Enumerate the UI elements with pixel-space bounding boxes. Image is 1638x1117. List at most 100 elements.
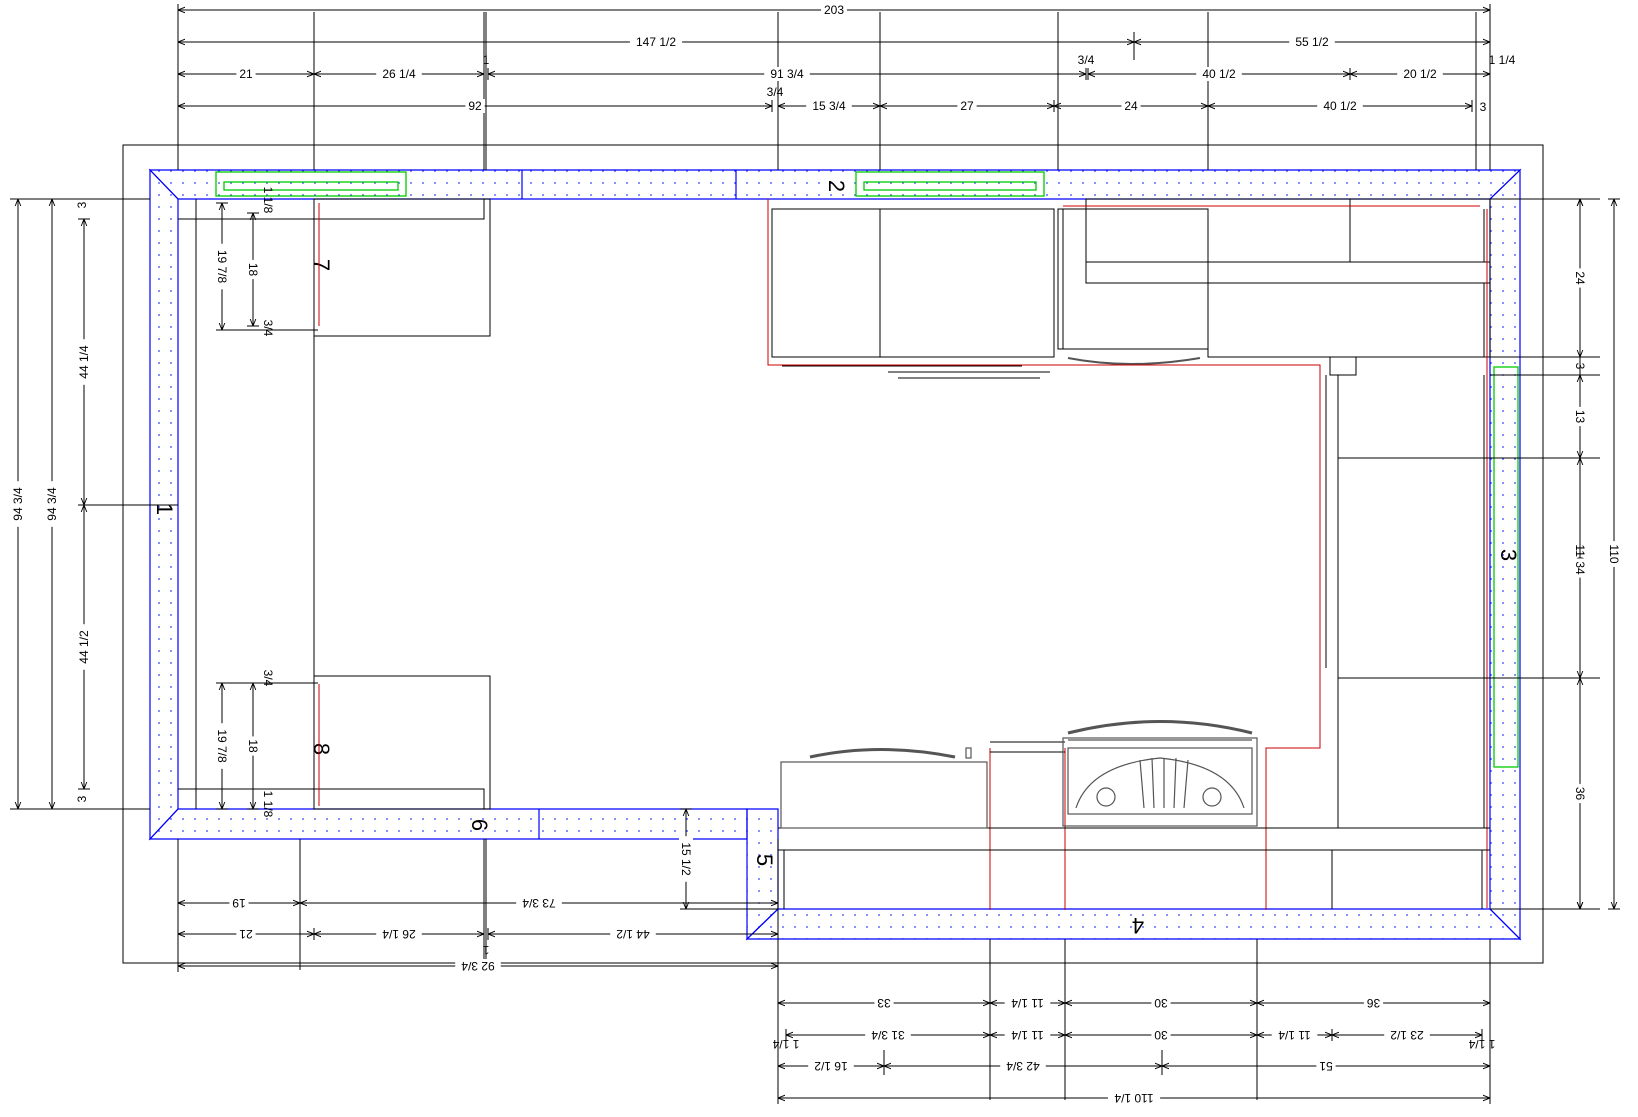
dim-br-r2-f: 23 1/2 [1331, 1028, 1483, 1042]
dimension-label: 23 1/2 [1390, 1028, 1424, 1042]
dim-bl-r1-a: 19 [177, 896, 301, 910]
dim-top-r3-a: 21 [177, 67, 315, 81]
drawing-frame [122, 144, 1544, 964]
dimension-label: 30 [1154, 996, 1168, 1010]
dimension-label: 203 [824, 3, 844, 17]
dim-right-c: 13 [1573, 374, 1587, 459]
dim-top-r3-g: 20 1/2 [1349, 67, 1491, 81]
floor-plan: 1 2 3 4 5 6 7 8 203147 1/2 55 1/221 26 1… [10, 3, 1621, 1105]
dim-br-r3-a: 16 1/2 [777, 1059, 885, 1073]
dimension-label: 19 7/8 [215, 729, 229, 763]
dim-br-r1-a: 33 [777, 996, 991, 1010]
dimension-label: 26 1/4 [382, 67, 416, 81]
dim-left-upper-c: 1 1/8 [261, 187, 275, 214]
dimension-label: 40 1/2 [1323, 99, 1357, 113]
dimension-label: 19 7/8 [215, 250, 229, 284]
dim-top-r4-g: 3 [1480, 100, 1487, 114]
dimension-label: 16 1/2 [814, 1059, 848, 1073]
wall-label-4: 4 [1132, 913, 1144, 938]
dim-top-r2-a: 147 1/2 [177, 35, 1135, 49]
dimension-label: 27 [960, 99, 974, 113]
dim-br-r3-c: 51 [1161, 1059, 1491, 1073]
dim-bl-r3: 92 3/4 [177, 959, 779, 973]
dim-top-r3-e: 3/4 [1078, 53, 1095, 67]
dim-bl-r1-b: 73 3/4 [299, 896, 779, 910]
dim-top-r4-f: 40 1/2 [1207, 99, 1473, 113]
right-cabinets [1325, 375, 1490, 828]
dimension-label: 110 [1607, 544, 1621, 563]
dim-top-r4-d: 27 [879, 99, 1055, 113]
dimension-label: 92 3/4 [461, 959, 495, 973]
dim-left-inner-d: 3 [75, 795, 89, 802]
dim-br-r3-b: 42 3/4 [883, 1059, 1163, 1073]
dim-br-r1-b: 11 1/4 [989, 996, 1066, 1010]
dim-left-lower-b: 18 [246, 682, 260, 810]
dim-right-d: 34 [1573, 457, 1587, 679]
dim-left-inner-a: 3 [75, 201, 89, 208]
dim-left-outer-a: 94 3/4 [11, 198, 25, 810]
dimension-label: 147 1/2 [636, 35, 676, 49]
dimension-label: 91 3/4 [770, 67, 804, 81]
dimension-label: 11 1/4 [1011, 996, 1044, 1010]
burner-right [1202, 787, 1222, 807]
dim-left-lower-a: 19 7/8 [215, 682, 229, 810]
dim-left-outer-b: 94 3/4 [45, 198, 59, 810]
dim-top-r4-e: 24 [1053, 99, 1209, 113]
dimension-label: 110 1/4 [1114, 1091, 1153, 1105]
dim-top-overall: 203 [177, 3, 1491, 17]
dim-top-r4-a: 92 [177, 99, 773, 113]
dimension-lines: 203147 1/2 55 1/221 26 1/4191 3/43/440 1/2… [10, 3, 1621, 1105]
filler [1329, 356, 1357, 376]
dimension-label: 92 [468, 99, 482, 113]
dimension-label: 94 3/4 [11, 487, 25, 521]
dim-br-r2-b: 31 3/4 [785, 1028, 991, 1042]
dishwasher [780, 747, 988, 829]
dimension-label: 44 1/2 [616, 927, 650, 941]
dimension-label: 18 [246, 263, 260, 277]
dim-top-r3-f: 40 1/2 [1087, 67, 1351, 81]
dim-bl-r2-a: 21 [177, 927, 315, 941]
dimension-label: 15 1/2 [679, 842, 693, 876]
dim-top-r4-c: 15 3/4 [777, 99, 881, 113]
dimension-label: 30 [1154, 1028, 1168, 1042]
dim-top-r3-d: 91 3/4 [487, 67, 1087, 81]
cabinet-upper-left [313, 198, 491, 337]
dim-left-lower-c: 3/4 [261, 670, 275, 687]
dim-br-r2-e: 11 1/4 [1256, 1028, 1333, 1042]
dimension-label: 36 [1573, 787, 1587, 801]
dimension-label: 34 [1573, 561, 1587, 575]
dim-right-b: 3 [1573, 363, 1587, 370]
dim-br-r2-d: 30 [1064, 1028, 1258, 1042]
fridge-door-arc [1067, 357, 1201, 365]
fridge-space [1057, 208, 1209, 350]
wall-label-2: 2 [824, 180, 849, 192]
burner-left [1096, 787, 1116, 807]
dim-right-a: 24 [1573, 198, 1587, 358]
dim-br-r1-c: 30 [1064, 996, 1258, 1010]
cabinet-run-top [771, 208, 1055, 358]
dim-bl-r2-d: 1 [482, 943, 489, 957]
dim-br-r1-d: 36 [1256, 996, 1491, 1010]
windows [215, 171, 1519, 768]
wall-label-8: 8 [309, 743, 334, 755]
dimension-label: 42 3/4 [1006, 1059, 1040, 1073]
top-right-cabinets [771, 198, 1491, 379]
wall-label-3: 3 [1496, 549, 1521, 561]
dim-right-e: 36 [1573, 677, 1587, 910]
dim-br-r4: 110 1/4 [777, 1091, 1491, 1105]
dim-top-r3-h: 1 1/4 [1489, 53, 1516, 67]
cabinet-red-outline [767, 199, 1488, 910]
dim-left-upper-a: 19 7/8 [215, 202, 229, 331]
dimension-label: 15 3/4 [812, 99, 846, 113]
dimension-label: 24 [1573, 271, 1587, 285]
dimension-label: 36 [1367, 996, 1381, 1010]
dim-br-r2-c: 11 1/4 [989, 1028, 1066, 1042]
dim-top-r3-c: 1 [483, 53, 490, 67]
dim-br-r2-g: 1 1/4 [1468, 1037, 1495, 1051]
dimension-label: 18 [246, 739, 260, 753]
dimension-label: 24 [1124, 99, 1138, 113]
dim-top-r3-b: 26 1/4 [313, 67, 485, 81]
dim-left-inner-b: 44 1/4 [77, 218, 91, 506]
upper-cabinet-right [1085, 198, 1491, 284]
dim-left-upper-b: 18 [246, 212, 260, 327]
